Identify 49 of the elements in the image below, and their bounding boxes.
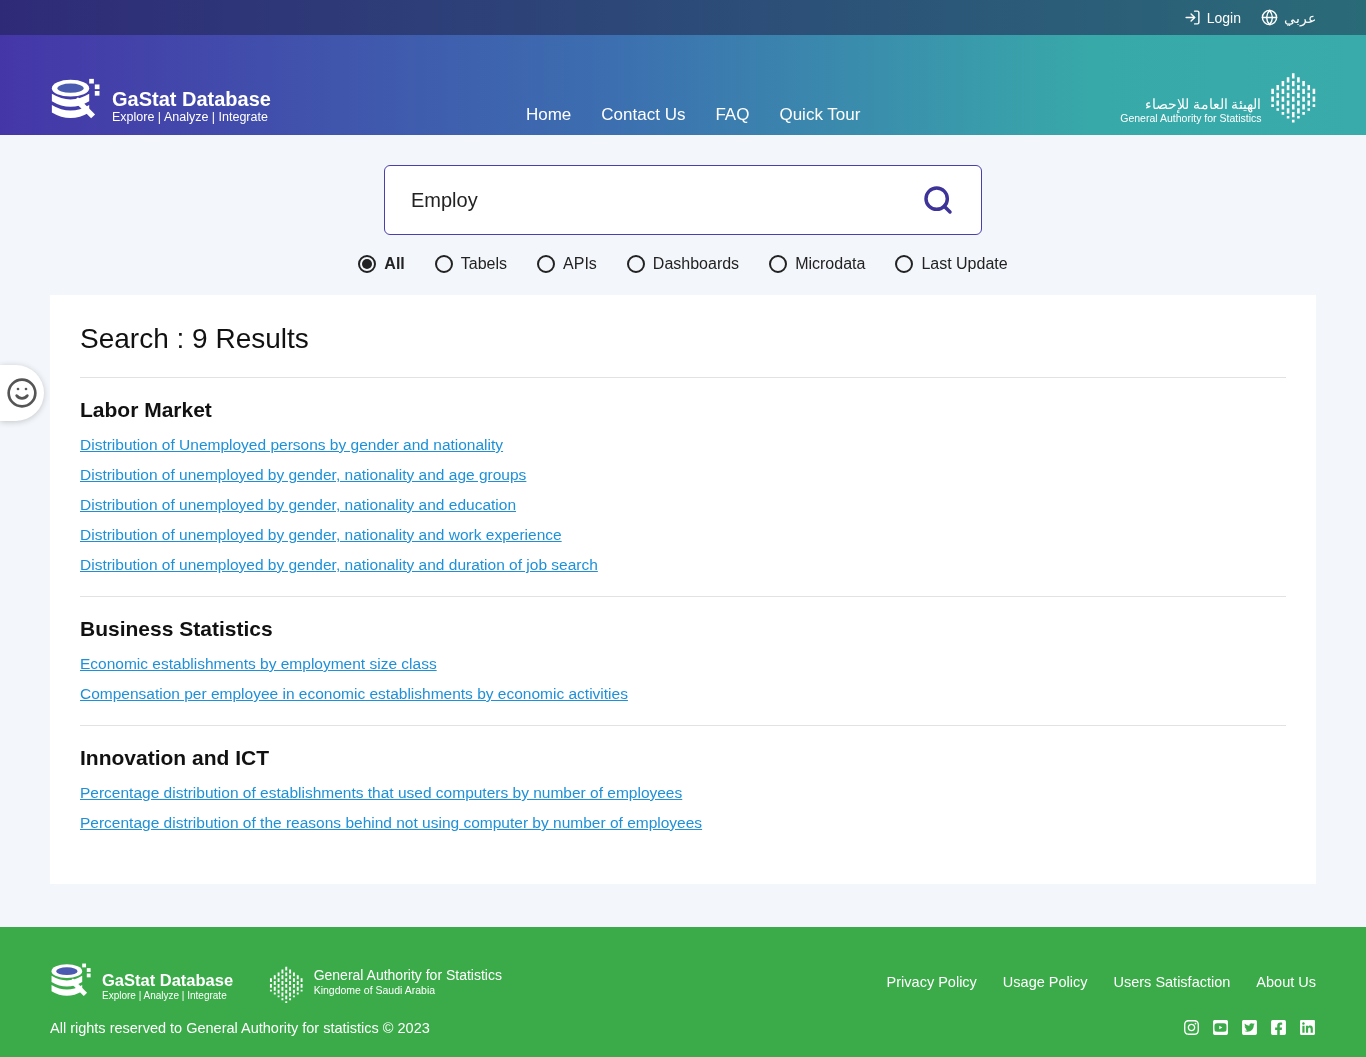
- search-field[interactable]: Employ: [384, 165, 982, 235]
- authority-arabic-name: الهيئة العامة للإحصاء: [1144, 95, 1262, 113]
- login-icon: [1183, 9, 1201, 26]
- nav-link[interactable]: Home: [525, 105, 572, 125]
- authority-name: General Authority for Statistics: [1120, 112, 1262, 125]
- footer-link[interactable]: Users Satisfaction: [1113, 974, 1231, 990]
- login-link[interactable]: Login: [1183, 9, 1241, 26]
- nav-link[interactable]: Quick Tour: [779, 105, 861, 125]
- result-link[interactable]: Distribution of unemployed by gender, nationality and work experience: [80, 520, 562, 550]
- filter-radio[interactable]: APIs: [537, 255, 597, 273]
- footer-logo-title: GaStat Database: [102, 972, 234, 990]
- nav-link[interactable]: Contact Us: [601, 105, 686, 125]
- filter-radio[interactable]: Tabels: [434, 255, 508, 273]
- results-title: Search : 9 Results: [80, 323, 310, 355]
- result-link[interactable]: Distribution of unemployed by gender, nationality and education: [80, 490, 516, 520]
- feedback-tab[interactable]: [0, 365, 44, 421]
- facebook-icon[interactable]: [1270, 1019, 1287, 1036]
- footer-link[interactable]: Usage Policy: [1002, 974, 1088, 990]
- instagram-icon[interactable]: [1183, 1019, 1200, 1036]
- group-heading: Business Statistics: [80, 617, 274, 641]
- linkedin-icon[interactable]: [1299, 1019, 1316, 1036]
- copyright-text: All rights reserved to General Authority for statistics © 2023: [50, 1019, 430, 1036]
- logo-title: GaStat Database: [112, 89, 271, 110]
- group-heading: Innovation and ICT: [80, 746, 270, 770]
- filter-radio[interactable]: All: [358, 255, 405, 273]
- footer-country: Kingdome of Saudi Arabia: [313, 984, 437, 997]
- nav-link[interactable]: FAQ: [715, 105, 750, 125]
- language-link[interactable]: عربي: [1261, 9, 1316, 26]
- result-link[interactable]: Distribution of unemployed by gender, nationality and duration of job search: [80, 550, 598, 580]
- globe-icon: [1261, 9, 1278, 26]
- result-link[interactable]: Compensation per employee in economic establishments by economic activities: [80, 679, 628, 709]
- filter-radio[interactable]: Dashboards: [626, 255, 740, 273]
- group-heading: Labor Market: [80, 398, 213, 422]
- smiley-icon: [6, 377, 38, 409]
- filter-radio[interactable]: Microdata: [769, 255, 866, 273]
- search-icon[interactable]: [922, 184, 954, 216]
- filter-radio[interactable]: Last Update: [895, 255, 1008, 273]
- result-link[interactable]: Distribution of Unemployed persons by gender and nationality: [80, 430, 504, 460]
- result-link[interactable]: Distribution of unemployed by gender, nationality and age groups: [80, 460, 527, 490]
- footer-logo-tagline: Explore | Analyze | Integrate: [102, 989, 228, 1002]
- footer-authority-name: General Authority for Statistics: [313, 967, 502, 985]
- result-link[interactable]: Economic establishments by employment size class: [80, 649, 437, 679]
- result-link[interactable]: Percentage distribution of establishments that used computers by number of employees: [80, 778, 683, 808]
- footer-link[interactable]: About Us: [1256, 974, 1316, 990]
- footer-link[interactable]: Privacy Policy: [886, 974, 977, 990]
- logo-tagline: Explore | Analyze | Integrate: [112, 110, 269, 125]
- youtube-icon[interactable]: [1212, 1019, 1229, 1036]
- twitter-icon[interactable]: [1241, 1019, 1258, 1036]
- result-link[interactable]: Percentage distribution of the reasons behind not using computer by number of employees: [80, 808, 703, 838]
